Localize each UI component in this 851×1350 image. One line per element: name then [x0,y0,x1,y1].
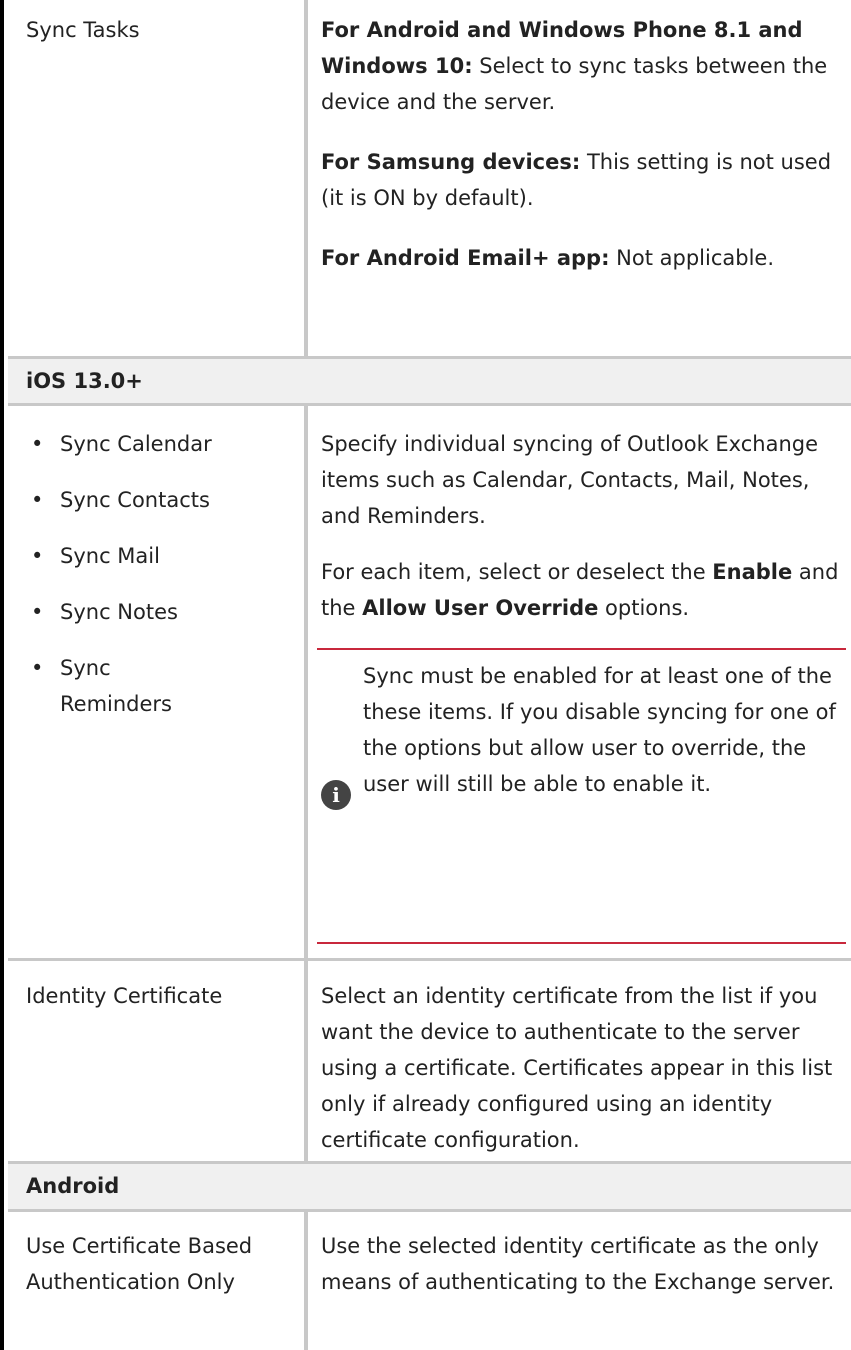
sync-tasks-email-plus: For Android Email+ app: Not applicable. [321,246,774,270]
row-divider [8,1209,851,1212]
setting-desc-sync-tasks: For Android and Windows Phone 8.1 and Wi… [308,12,851,276]
section-heading-ios: iOS 13.0+ [8,359,851,403]
row-divider [8,958,851,961]
row-divider [8,403,851,406]
setting-name-sync-tasks: Sync Tasks [26,18,140,42]
note-text: Sync must be enabled for at least one of… [363,664,836,796]
ios-sync-description: Specify individual syncing of Outlook Ex… [308,426,851,626]
ios-sync-enable-instructions: For each item, select or deselect the En… [321,560,839,620]
list-item-sync-mail: Sync Mail [8,538,304,574]
column-divider [304,0,308,356]
setting-desc-cert-auth-only: Use the selected identity certificate as… [321,1234,835,1294]
setting-name-identity-certificate: Identity Certificate [26,984,223,1008]
list-item-sync-notes: Sync Notes [8,594,304,630]
column-divider [304,406,308,958]
column-divider [304,961,308,1161]
list-item-sync-reminders: Sync Reminders [8,650,210,722]
list-item-sync-calendar: Sync Calendar [8,426,304,462]
column-divider [304,1212,308,1350]
note-callout: i Sync must be enabled for at least one … [317,648,846,944]
ios-sync-items-list: Sync Calendar Sync Contacts Sync Mail Sy… [8,426,304,742]
section-heading-android: Android [8,1164,851,1209]
setting-desc-identity-certificate: Select an identity certificate from the … [321,984,833,1152]
settings-table: Sync Tasks For Android and Windows Phone… [0,0,851,1350]
list-item-sync-contacts: Sync Contacts [8,482,304,518]
sync-tasks-android-windows: For Android and Windows Phone 8.1 and Wi… [321,18,828,114]
info-icon: i [321,780,351,810]
sync-items-bullets: Sync Calendar Sync Contacts Sync Mail Sy… [8,426,304,722]
ios-sync-desc: Specify individual syncing of Outlook Ex… [321,432,819,528]
setting-name-cert-auth-only: Use Certificate Based Authentication Onl… [26,1234,253,1294]
sync-tasks-samsung: For Samsung devices: This setting is not… [321,150,832,210]
